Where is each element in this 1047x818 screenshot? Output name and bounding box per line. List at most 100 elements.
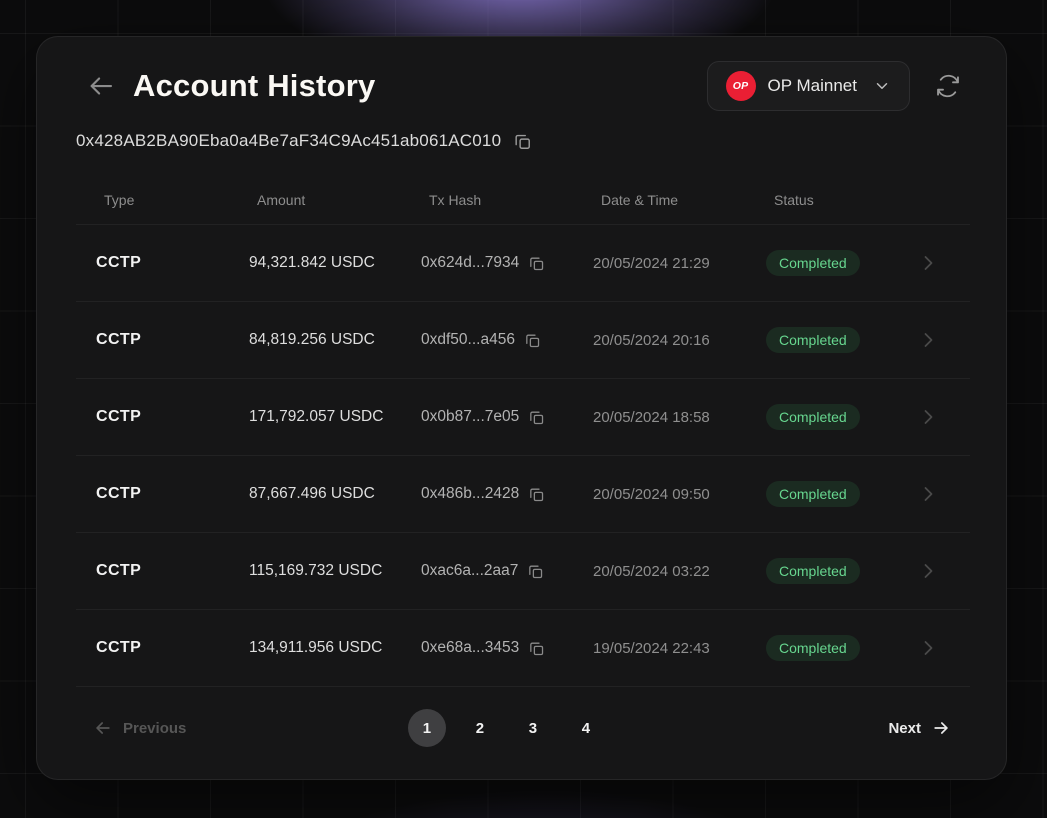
refresh-button[interactable] [934, 72, 962, 100]
copy-tx-hash-button[interactable] [528, 409, 545, 426]
pagination: Previous 1 2 3 4 Next [93, 709, 951, 747]
card-header: Account History OP OP Mainnet [85, 61, 962, 111]
copy-address-button[interactable] [513, 132, 532, 151]
row-expand-button[interactable] [886, 482, 970, 506]
status-badge: Completed [766, 404, 860, 430]
tx-hash-cell: 0xe68a...3453 [401, 639, 573, 657]
tx-datetime: 19/05/2024 22:43 [573, 640, 746, 657]
column-header-type: Type [76, 192, 229, 208]
page-title: Account History [133, 68, 375, 104]
copy-tx-hash-button[interactable] [528, 640, 545, 657]
chevron-down-icon [873, 77, 891, 95]
tx-hash: 0x624d...7934 [421, 254, 519, 272]
copy-tx-hash-button[interactable] [528, 255, 545, 272]
copy-icon [528, 640, 545, 657]
column-header-amount: Amount [229, 192, 401, 208]
tx-amount: 87,667.496 USDC [229, 485, 401, 503]
copy-icon [528, 486, 545, 503]
tx-amount: 94,321.842 USDC [229, 254, 401, 272]
page-button-1[interactable]: 1 [408, 709, 446, 747]
table-row[interactable]: CCTP 115,169.732 USDC 0xac6a...2aa7 20/0… [76, 533, 970, 610]
column-header-datetime: Date & Time [573, 192, 746, 208]
network-select-label: OP Mainnet [768, 76, 857, 96]
table-row[interactable]: CCTP 84,819.256 USDC 0xdf50...a456 20/05… [76, 302, 970, 379]
next-page-label: Next [888, 720, 921, 737]
back-button[interactable] [85, 70, 117, 102]
tx-datetime: 20/05/2024 03:22 [573, 563, 746, 580]
chevron-right-icon [916, 559, 940, 583]
row-expand-button[interactable] [886, 251, 970, 275]
op-mainnet-logo-icon: OP [726, 71, 756, 101]
status-badge: Completed [766, 327, 860, 353]
copy-tx-hash-button[interactable] [524, 332, 541, 349]
page-button-2[interactable]: 2 [461, 709, 499, 747]
arrow-right-icon [931, 718, 951, 738]
copy-icon [513, 132, 532, 151]
next-page-button[interactable]: Next [888, 718, 951, 738]
chevron-right-icon [916, 251, 940, 275]
tx-type: CCTP [76, 331, 229, 349]
tx-hash-cell: 0xdf50...a456 [401, 331, 573, 349]
tx-hash-cell: 0xac6a...2aa7 [401, 562, 573, 580]
tx-hash: 0xe68a...3453 [421, 639, 519, 657]
tx-type: CCTP [76, 562, 229, 580]
chevron-right-icon [916, 405, 940, 429]
copy-tx-hash-button[interactable] [528, 486, 545, 503]
tx-type: CCTP [76, 408, 229, 426]
table-row[interactable]: CCTP 134,911.956 USDC 0xe68a...3453 19/0… [76, 610, 970, 687]
copy-icon [527, 563, 544, 580]
row-expand-button[interactable] [886, 636, 970, 660]
wallet-address: 0x428AB2BA90Eba0a4Be7aF34C9Ac451ab061AC0… [76, 131, 501, 151]
tx-datetime: 20/05/2024 18:58 [573, 409, 746, 426]
arrow-left-icon [93, 718, 113, 738]
tx-hash: 0xac6a...2aa7 [421, 562, 518, 580]
chevron-right-icon [916, 328, 940, 352]
tx-hash: 0xdf50...a456 [421, 331, 515, 349]
network-select-dropdown[interactable]: OP OP Mainnet [707, 61, 910, 111]
tx-type: CCTP [76, 485, 229, 503]
tx-status-cell: Completed [746, 404, 886, 430]
page-numbers: 1 2 3 4 [408, 709, 605, 747]
transactions-table: Type Amount Tx Hash Date & Time Status C… [76, 175, 970, 687]
tx-datetime: 20/05/2024 21:29 [573, 255, 746, 272]
table-row[interactable]: CCTP 171,792.057 USDC 0x0b87...7e05 20/0… [76, 379, 970, 456]
header-right: OP OP Mainnet [707, 61, 962, 111]
copy-icon [528, 409, 545, 426]
status-badge: Completed [766, 558, 860, 584]
copy-tx-hash-button[interactable] [527, 563, 544, 580]
tx-type: CCTP [76, 254, 229, 272]
tx-status-cell: Completed [746, 558, 886, 584]
tx-amount: 134,911.956 USDC [229, 639, 401, 657]
status-badge: Completed [766, 481, 860, 507]
tx-hash: 0x0b87...7e05 [421, 408, 519, 426]
row-expand-button[interactable] [886, 328, 970, 352]
refresh-icon [935, 73, 961, 99]
tx-amount: 171,792.057 USDC [229, 408, 401, 426]
tx-amount: 115,169.732 USDC [229, 562, 401, 580]
tx-status-cell: Completed [746, 481, 886, 507]
page-button-3[interactable]: 3 [514, 709, 552, 747]
table-row[interactable]: CCTP 94,321.842 USDC 0x624d...7934 20/05… [76, 225, 970, 302]
row-expand-button[interactable] [886, 559, 970, 583]
chevron-right-icon [916, 636, 940, 660]
tx-type: CCTP [76, 639, 229, 657]
copy-icon [528, 255, 545, 272]
previous-page-label: Previous [123, 720, 186, 737]
tx-status-cell: Completed [746, 635, 886, 661]
address-row: 0x428AB2BA90Eba0a4Be7aF34C9Ac451ab061AC0… [76, 131, 958, 151]
tx-amount: 84,819.256 USDC [229, 331, 401, 349]
row-expand-button[interactable] [886, 405, 970, 429]
previous-page-button[interactable]: Previous [93, 718, 186, 738]
status-badge: Completed [766, 635, 860, 661]
tx-hash-cell: 0x0b87...7e05 [401, 408, 573, 426]
page-button-4[interactable]: 4 [567, 709, 605, 747]
table-row[interactable]: CCTP 87,667.496 USDC 0x486b...2428 20/05… [76, 456, 970, 533]
column-header-status: Status [746, 192, 886, 208]
table-header-row: Type Amount Tx Hash Date & Time Status [76, 175, 970, 225]
chevron-right-icon [916, 482, 940, 506]
tx-status-cell: Completed [746, 327, 886, 353]
column-header-tx-hash: Tx Hash [401, 192, 573, 208]
copy-icon [524, 332, 541, 349]
header-left: Account History [85, 68, 375, 104]
tx-datetime: 20/05/2024 20:16 [573, 332, 746, 349]
